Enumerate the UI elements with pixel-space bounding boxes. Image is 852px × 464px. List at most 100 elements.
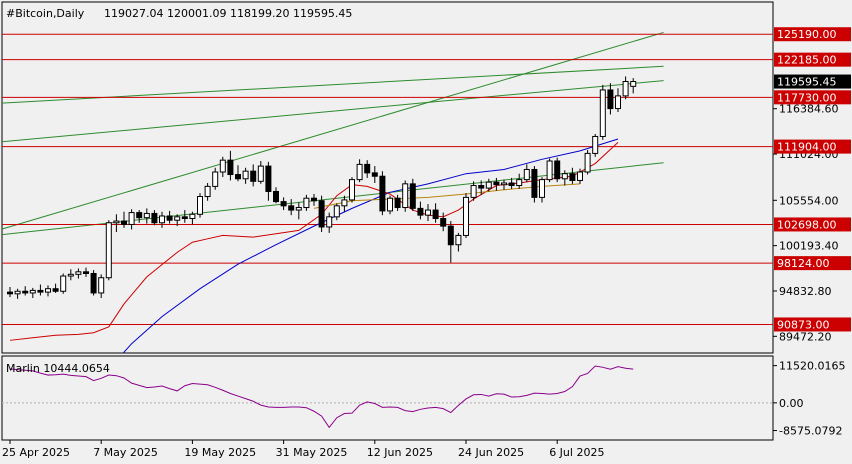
candle-body <box>364 163 371 174</box>
candle-body <box>592 135 599 154</box>
candle-body <box>105 222 112 279</box>
candle-body <box>98 277 105 294</box>
candle-body <box>181 216 188 220</box>
candle-body <box>90 272 97 294</box>
candle-body <box>531 168 538 198</box>
candle-body <box>288 205 295 211</box>
candle-body <box>463 196 469 236</box>
candle-body <box>501 182 507 186</box>
candle-body <box>349 179 355 201</box>
candle-body <box>83 271 89 274</box>
price-level-label: 122185.00 <box>777 54 837 67</box>
candle-body <box>379 175 386 212</box>
candle-body <box>257 165 264 182</box>
candle-body <box>22 290 29 294</box>
x-tick-label: 12 Jun 2025 <box>367 446 433 459</box>
candle-body <box>219 159 226 173</box>
candle-body <box>128 212 135 225</box>
y-tick-label: 116384.60 <box>779 103 839 116</box>
candle-body <box>569 173 576 181</box>
candle-body <box>174 216 181 221</box>
price-level-label: 90873.00 <box>777 318 830 331</box>
candle-body <box>402 183 409 209</box>
candle-body <box>478 185 485 189</box>
candle-body <box>295 207 302 211</box>
candle-body <box>29 289 36 294</box>
candle-body <box>67 273 74 277</box>
x-tick-label: 24 Jun 2025 <box>458 446 524 459</box>
candle-body <box>60 275 67 292</box>
candle-body <box>447 225 454 246</box>
candle-body <box>242 170 249 180</box>
candle-body <box>554 160 561 180</box>
candle-body <box>45 288 51 293</box>
osc-y-tick-label: 0.00 <box>779 397 804 410</box>
candle-body <box>356 163 363 181</box>
current-price-label: 119595.45 <box>777 76 837 89</box>
candle-body <box>493 181 500 186</box>
candle-body <box>387 197 393 212</box>
y-tick-label: 105554.00 <box>779 194 839 207</box>
x-tick-label: 31 May 2025 <box>276 446 348 459</box>
candle-body <box>546 160 553 181</box>
candle-body <box>151 212 158 224</box>
y-tick-label: 100193.40 <box>779 240 839 253</box>
candle-body <box>607 89 614 110</box>
candle-body <box>235 174 241 180</box>
candle-body <box>326 216 333 228</box>
candle-body <box>37 289 44 293</box>
chart-svg[interactable]: 116384.60111024.00105554.00100193.409483… <box>0 0 852 464</box>
price-level-label: 102698.00 <box>777 218 837 231</box>
x-tick-label: 19 May 2025 <box>184 446 256 459</box>
candle-body <box>273 190 279 203</box>
candle-body <box>440 218 447 227</box>
price-level-label: 125190.00 <box>777 28 837 41</box>
candle-body <box>577 171 583 181</box>
candle-body <box>470 185 477 198</box>
osc-y-tick-label: 11520.0165 <box>779 360 845 373</box>
candle-body <box>485 181 492 189</box>
candle-body <box>166 215 173 221</box>
candle-body <box>539 179 545 198</box>
candle-body <box>523 168 530 181</box>
candle-body <box>197 196 203 215</box>
candle-body <box>159 215 165 224</box>
candle-body <box>212 171 219 187</box>
candle-body <box>7 291 13 295</box>
chart-background <box>0 0 852 464</box>
ohlc-readout: 119027.04 120001.09 118199.20 119595.45 <box>104 7 352 20</box>
candle-body <box>250 170 257 182</box>
chart-header: #Bitcoin,Daily <box>6 7 85 20</box>
candle-body <box>136 212 143 219</box>
candle-body <box>561 173 568 180</box>
candle-body <box>121 220 127 225</box>
candle-body <box>75 271 82 275</box>
candle-body <box>333 205 340 218</box>
candle-body <box>311 197 317 202</box>
x-tick-label: 25 Apr 2025 <box>2 446 70 459</box>
candle-body <box>204 185 211 198</box>
candle-body <box>371 172 378 177</box>
candle-body <box>417 207 424 216</box>
candle-body <box>584 152 591 173</box>
candle-body <box>189 213 196 220</box>
y-tick-label: 94832.80 <box>779 285 832 298</box>
candle-body <box>425 209 431 216</box>
candle-body <box>508 182 515 187</box>
candle-body <box>599 89 606 137</box>
y-tick-label: 89472.20 <box>779 330 832 343</box>
osc-y-tick-label: -8575.0792 <box>779 425 842 438</box>
candle-body <box>455 234 462 246</box>
chart-window: 116384.60 111024.00 105554.00 100193.40 9483… <box>0 0 852 464</box>
candle-body <box>280 201 287 207</box>
candle-body <box>265 165 272 192</box>
candle-body <box>630 81 637 87</box>
candle-body <box>14 290 21 295</box>
candle-body <box>143 212 150 219</box>
candle-body <box>227 159 234 176</box>
x-tick-label: 6 Jul 2025 <box>549 446 604 459</box>
candle-body <box>303 197 310 209</box>
candle-body <box>516 179 523 187</box>
candle-body <box>622 81 629 97</box>
candle-body <box>615 95 621 110</box>
